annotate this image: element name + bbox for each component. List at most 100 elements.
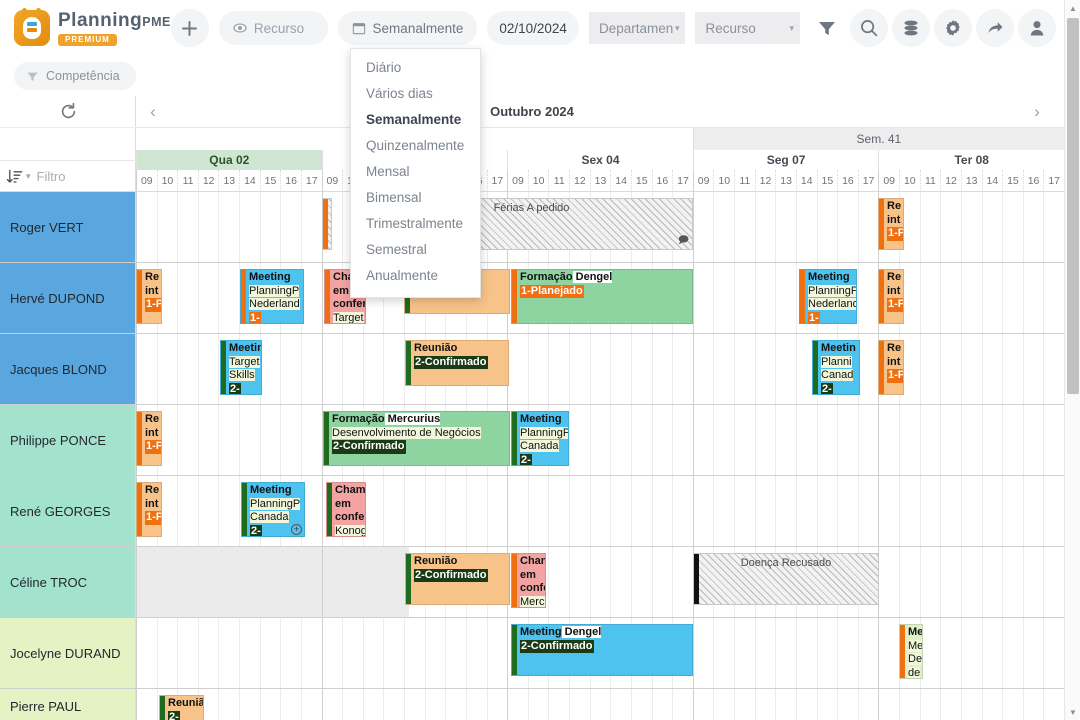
resource-row[interactable]: Roger VERTFérias A pedido🗩Reint1-Pla	[0, 192, 1064, 263]
grid-line	[507, 476, 509, 546]
resource-track[interactable]: Reuniã 2-	[136, 689, 1064, 720]
calendar-event[interactable]: Meeting PlanningP Nederland 1-	[240, 269, 304, 324]
grid-line	[919, 476, 921, 546]
resource-select[interactable]: Recurso ▾	[695, 12, 800, 44]
resource-filter-pill[interactable]: Recurso	[218, 11, 328, 45]
chevron-down-icon[interactable]: ▾	[26, 171, 31, 182]
department-select[interactable]: Departamento ▾	[588, 12, 686, 44]
vertical-scrollbar[interactable]: ▲ ▼	[1064, 0, 1080, 720]
calendar-event[interactable]: Reunião 2-Confirmado	[405, 340, 509, 386]
calendar-event[interactable]: Cham em confer Konog	[326, 482, 366, 537]
calendar-event[interactable]: Meeting Dengel 2-Confirmado	[511, 624, 693, 676]
competence-filter-pill[interactable]: Competência	[14, 62, 136, 90]
share-button[interactable]	[976, 9, 1014, 47]
date-field[interactable]: 02/10/2024	[487, 11, 579, 45]
view-menu-item-3[interactable]: Quinzenalmente	[351, 133, 480, 159]
grid-line	[713, 618, 715, 688]
resource-name-cell[interactable]: Jocelyne DURAND	[0, 618, 136, 688]
view-menu-item-7[interactable]: Semestral	[351, 237, 480, 263]
sort-icon[interactable]	[6, 168, 23, 185]
view-menu-item-6[interactable]: Trimestralmente	[351, 211, 480, 237]
add-circle-icon[interactable]: +	[291, 524, 302, 535]
logo-name: Planning	[58, 9, 143, 31]
calendar-event[interactable]: Meetin Planni Canad 2-	[812, 340, 860, 395]
scroll-down-arrow[interactable]: ▼	[1065, 704, 1080, 720]
event-title-text: Reunião	[414, 555, 458, 567]
event-subtitle-text: Canada	[250, 511, 289, 523]
refresh-button[interactable]	[0, 96, 136, 128]
resource-name-cell[interactable]: Philippe PONCE	[0, 405, 136, 475]
view-mode-dropdown[interactable]: Diário Vários dias Semanalmente Quinzenalme…	[350, 48, 481, 298]
resource-name-cell[interactable]: Hervé DUPOND	[0, 263, 136, 333]
grid-line	[960, 192, 962, 262]
calendar-event[interactable]	[322, 198, 332, 250]
next-period-button[interactable]: ›	[1020, 96, 1054, 128]
view-mode-pill[interactable]: Semanalmente	[337, 11, 478, 45]
settings-button[interactable]	[934, 9, 972, 47]
grid-line	[651, 547, 653, 617]
scroll-thumb[interactable]	[1067, 18, 1079, 394]
calendar-event[interactable]: Meetin Target Skills 2-	[220, 340, 262, 395]
resource-track[interactable]: Meeting Dengel 2-Confirmado Me Me De de	[136, 618, 1064, 688]
filter-row[interactable]: ▾ Filtro	[0, 160, 136, 192]
app-logo[interactable]: PlanningPME PREMIUM	[14, 8, 171, 46]
resource-name-cell[interactable]: Roger VERT	[0, 192, 136, 262]
calendar-event[interactable]: Formação Dengel 1-Planejado	[511, 269, 693, 324]
calendar-event[interactable]: Reint1-Pla	[136, 411, 162, 466]
grid-line	[630, 476, 632, 546]
view-menu-item-2[interactable]: Semanalmente	[351, 107, 480, 133]
grid-line	[177, 192, 179, 262]
resource-track[interactable]: Férias A pedido🗩Reint1-Pla	[136, 192, 1064, 262]
calendar-event[interactable]: ChamemconferMercu	[511, 553, 546, 608]
view-menu-item-8[interactable]: Anualmente	[351, 263, 480, 289]
event-title: Meeting	[250, 484, 302, 498]
resource-name-cell[interactable]: Céline TROC	[0, 547, 136, 617]
add-button[interactable]	[170, 9, 209, 47]
filter-funnel-button[interactable]	[808, 9, 846, 47]
scroll-up-arrow[interactable]: ▲	[1065, 0, 1080, 16]
calendar-event[interactable]: Reint1-Pla	[878, 198, 904, 250]
resource-row[interactable]: Philippe PONCE Reint1-Pla Formação Mercuri…	[0, 405, 1064, 476]
resource-row[interactable]: Pierre PAUL Reuniã 2-	[0, 689, 1064, 720]
resource-track[interactable]: Reint1-Pla MeetingPlanningPCanada2- + Chame…	[136, 476, 1064, 546]
view-menu-item-1[interactable]: Vários dias	[351, 81, 480, 107]
resource-row[interactable]: Jacques BLOND Meetin Target Skills 2- Reunião…	[0, 334, 1064, 405]
resource-row[interactable]: René GEORGES Reint1-Pla MeetingPlanningPCa…	[0, 476, 1064, 547]
view-menu-item-5[interactable]: Bimensal	[351, 185, 480, 211]
resource-track[interactable]: Reint1-Pla Formação MercuriusDesenvolvime…	[136, 405, 1064, 475]
resource-row[interactable]: Céline TROC Reunião2-Confirmado Chamemconf…	[0, 547, 1064, 618]
grid-line	[713, 405, 715, 475]
grid-line	[362, 334, 364, 404]
calendar-event[interactable]: Formação Mercurius Desenvolvimento de Neg…	[323, 411, 510, 466]
calendar-event[interactable]: Reint1-Pla	[878, 340, 904, 395]
calendar-event[interactable]: Reunião 2-Confirmado	[405, 553, 510, 605]
event-subtitle-text: Me	[908, 639, 923, 652]
view-menu-item-4[interactable]: Mensal	[351, 159, 480, 185]
prev-period-button[interactable]: ‹	[136, 96, 170, 128]
calendar-event[interactable]: Me Me De de	[899, 624, 923, 679]
filter-input[interactable]: Filtro	[37, 169, 66, 184]
calendar-event[interactable]: Reint1-Pla	[136, 269, 162, 324]
resource-track[interactable]: Meetin Target Skills 2- Reunião 2-Confirmado M…	[136, 334, 1064, 404]
resource-track[interactable]: Reunião2-Confirmado ChamemconferMercu Doen…	[136, 547, 1064, 617]
resource-name-cell[interactable]: René GEORGES	[0, 476, 136, 546]
calendar-event[interactable]: Meeting PlanningP Canada 2-	[511, 411, 569, 466]
search-button[interactable]	[850, 9, 888, 47]
user-account-button[interactable]	[1018, 9, 1056, 47]
calendar-event[interactable]: Meeting PlanningP Nederland 1-	[799, 269, 857, 324]
resource-name-cell[interactable]: Jacques BLOND	[0, 334, 136, 404]
resource-track[interactable]: Reint1-PlaMeetingPlanningPNederland1-Cha…	[136, 263, 1064, 333]
grid-line	[548, 547, 550, 617]
calendar-event[interactable]: Meeting PlanningP Canada 2- +	[241, 482, 305, 537]
calendar-event[interactable]: Doença Recusado	[693, 553, 879, 605]
calendar-event[interactable]: Reint1-Pla	[136, 482, 162, 537]
calendar-event[interactable]: Reuniã 2-	[159, 695, 204, 720]
event-subtitle: Canada	[520, 440, 566, 454]
calendar-event[interactable]: Reint1-Pla	[878, 269, 904, 324]
resource-row[interactable]: Jocelyne DURAND Meeting Dengel 2-Confirmad…	[0, 618, 1064, 689]
database-button[interactable]	[892, 9, 930, 47]
resource-name-cell[interactable]: Pierre PAUL	[0, 689, 136, 720]
view-menu-item-0[interactable]: Diário	[351, 55, 480, 81]
resource-row[interactable]: Hervé DUPONDReint1-PlaMeetingPlanningPNe…	[0, 263, 1064, 334]
grid-line	[527, 476, 529, 546]
